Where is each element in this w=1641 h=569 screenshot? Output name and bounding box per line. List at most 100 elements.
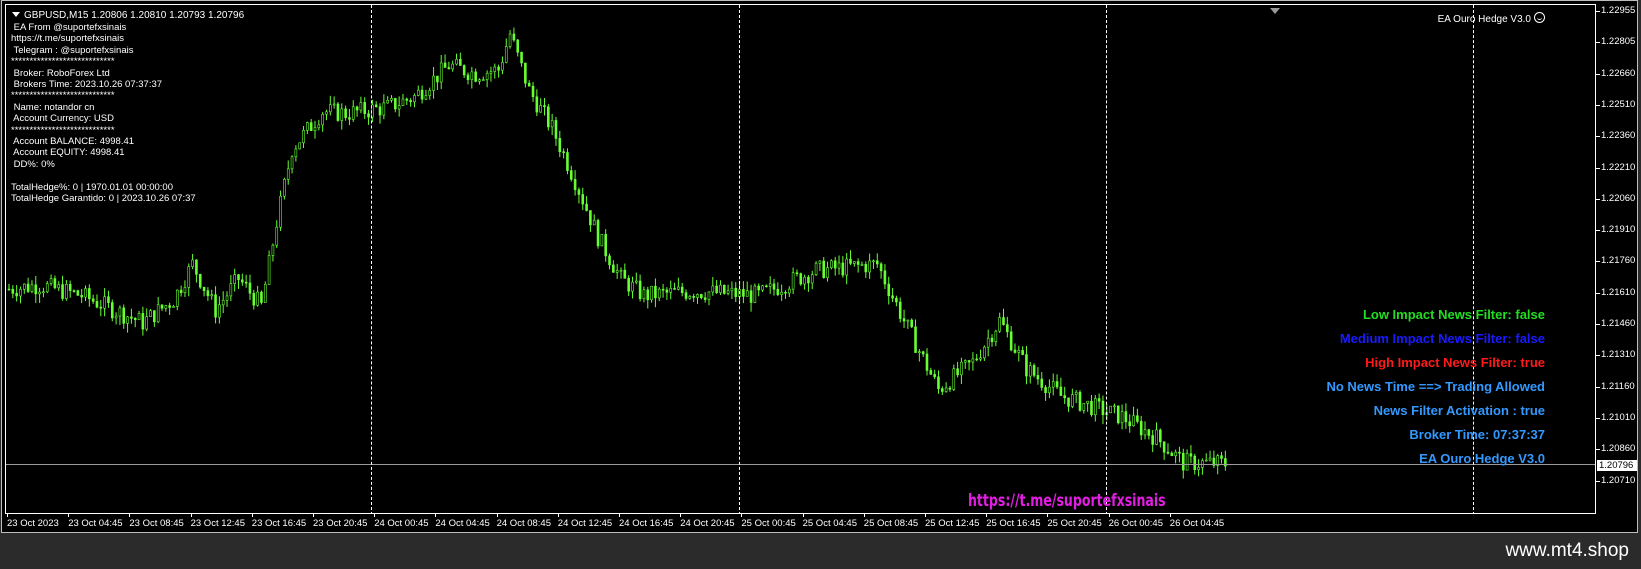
candle xyxy=(1143,421,1147,440)
candle xyxy=(1006,316,1009,338)
candle xyxy=(241,273,244,286)
time-tick xyxy=(190,514,192,517)
candle xyxy=(700,293,703,300)
candle xyxy=(413,93,416,108)
candle xyxy=(646,286,650,309)
candle xyxy=(944,382,948,393)
candle xyxy=(65,279,68,301)
candle xyxy=(149,309,152,318)
candle xyxy=(455,53,458,66)
candle xyxy=(600,234,604,247)
price-tick xyxy=(1596,386,1600,388)
candle xyxy=(833,256,837,276)
time-label: 25 Oct 16:45 xyxy=(986,518,1041,529)
time-label: 23 Oct 08:45 xyxy=(129,518,184,529)
time-label: 24 Oct 12:45 xyxy=(557,518,613,529)
candle xyxy=(998,312,1001,333)
day-separator-line xyxy=(371,5,373,513)
candle xyxy=(933,369,936,380)
candle xyxy=(960,357,963,385)
candle xyxy=(887,276,891,305)
time-label: 25 Oct 12:45 xyxy=(925,518,980,529)
candle xyxy=(34,275,38,304)
time-tick xyxy=(374,514,376,517)
time-tick xyxy=(7,514,8,517)
candle xyxy=(283,177,286,200)
time-tick xyxy=(802,514,804,517)
candle xyxy=(145,308,148,332)
candle xyxy=(367,109,370,125)
candle xyxy=(979,349,982,362)
candle xyxy=(527,80,531,87)
candle xyxy=(872,259,875,269)
candle xyxy=(474,68,477,83)
candle xyxy=(1124,403,1128,429)
candle xyxy=(206,287,210,301)
candle xyxy=(516,39,520,57)
candle xyxy=(810,270,814,290)
time-tick xyxy=(435,514,437,517)
candle xyxy=(462,64,466,78)
candle xyxy=(753,283,757,304)
current-price-line xyxy=(6,463,1595,465)
candle xyxy=(107,290,110,308)
candle xyxy=(355,105,359,117)
candle xyxy=(38,287,41,303)
candle xyxy=(711,277,715,296)
price-label: 1.21160 xyxy=(1601,380,1635,392)
candle xyxy=(141,306,145,336)
candle xyxy=(891,287,894,303)
candle xyxy=(722,284,726,295)
candle xyxy=(757,283,761,297)
time-tick xyxy=(986,514,988,517)
price-label: 1.21910 xyxy=(1601,224,1636,236)
candle xyxy=(191,253,194,270)
day-separator-line xyxy=(1105,5,1107,513)
candle xyxy=(275,220,279,249)
time-label: 25 Oct 20:45 xyxy=(1047,518,1102,529)
candle xyxy=(963,359,967,369)
chart-shift-marker[interactable] xyxy=(1270,8,1280,14)
candle xyxy=(22,283,26,294)
candle xyxy=(172,304,175,308)
price-chart-area[interactable]: GBPUSD,M15 1.20806 1.20810 1.20793 1.207… xyxy=(5,4,1596,514)
price-label: 1.20710 xyxy=(1601,474,1636,486)
candle xyxy=(221,291,225,314)
candle xyxy=(279,190,282,231)
collapse-triangle-icon[interactable] xyxy=(12,12,20,17)
time-tick xyxy=(251,514,253,517)
candle xyxy=(983,345,986,361)
info-line: Brokers Time: 2023.10.26 07:37:37 xyxy=(11,79,163,90)
price-scale[interactable]: 1.20796 1.22955 1.22805 1.22660 1.22510 1.22… xyxy=(1596,4,1639,514)
candle xyxy=(948,386,952,392)
time-axis[interactable]: 23 Oct 2023 23 Oct 04:45 23 Oct 08:45 23 Oc… xyxy=(5,514,1596,534)
candle xyxy=(344,105,347,121)
price-tick xyxy=(1596,324,1600,325)
candle xyxy=(520,51,523,67)
chart-window[interactable]: GBPUSD,M15 1.20806 1.20810 1.20793 1.207… xyxy=(1,0,1638,533)
candle xyxy=(179,285,183,297)
candle xyxy=(485,70,489,88)
candle xyxy=(818,260,822,272)
candle xyxy=(252,289,256,310)
candle xyxy=(799,272,803,286)
time-tick xyxy=(863,514,865,517)
candle xyxy=(1139,415,1143,440)
time-tick xyxy=(129,514,131,517)
candle xyxy=(187,263,191,297)
candle xyxy=(688,294,692,300)
candle xyxy=(807,275,810,292)
candle xyxy=(650,285,653,303)
candle xyxy=(72,289,76,293)
candle xyxy=(57,281,61,292)
candle xyxy=(596,218,600,249)
ea-name-label[interactable]: EA Ouro Hedge V3.0 xyxy=(1438,12,1545,25)
candle xyxy=(875,253,879,268)
candle xyxy=(680,282,684,297)
candle xyxy=(1174,449,1177,464)
price-label: 1.21010 xyxy=(1601,411,1636,423)
candle xyxy=(1128,414,1132,433)
candle xyxy=(707,291,711,306)
price-tick xyxy=(1596,198,1600,200)
candle xyxy=(99,299,103,317)
